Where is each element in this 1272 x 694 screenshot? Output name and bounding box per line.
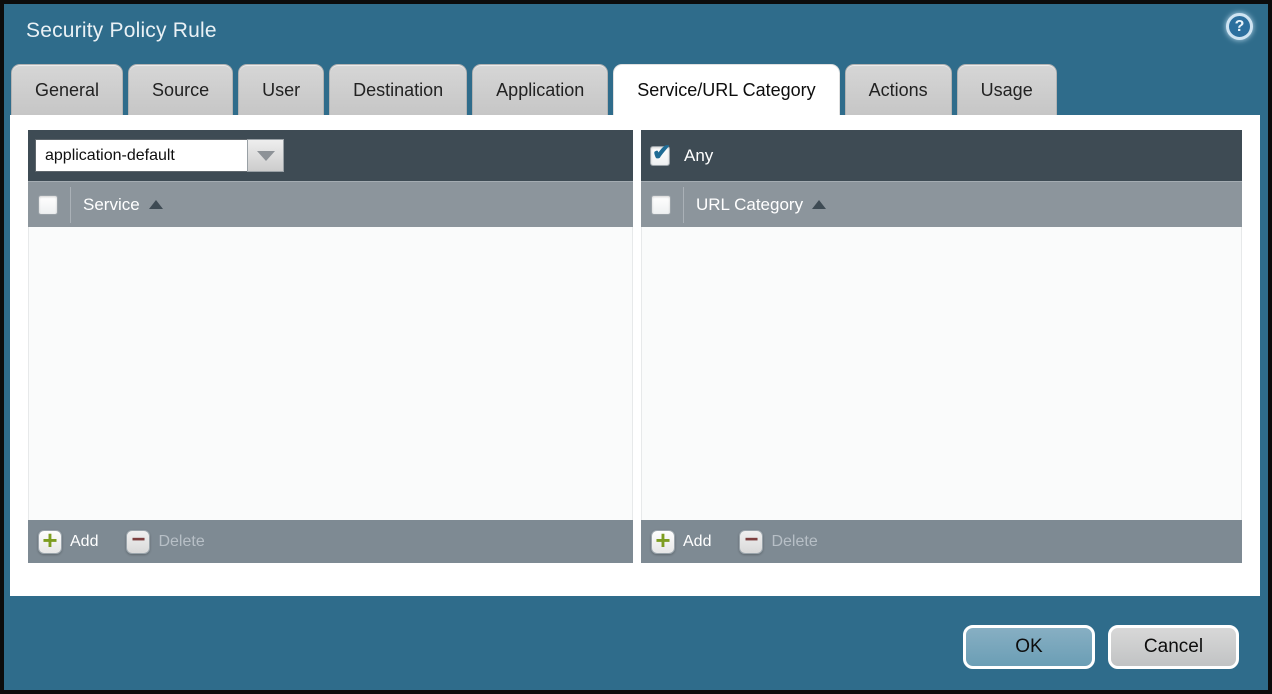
- column-separator: [683, 187, 684, 223]
- any-label: Any: [684, 146, 713, 166]
- tab-general[interactable]: General: [11, 64, 123, 115]
- url-category-list: [641, 227, 1242, 520]
- service-list: [28, 227, 633, 520]
- url-category-panel: ✔ Any URL Category + Add: [641, 130, 1242, 563]
- service-type-input[interactable]: [35, 139, 247, 172]
- tab-actions[interactable]: Actions: [845, 64, 952, 115]
- delete-icon: −: [739, 530, 763, 554]
- delete-service-button[interactable]: − Delete: [126, 530, 204, 554]
- delete-url-category-button[interactable]: − Delete: [739, 530, 817, 554]
- sort-ascending-icon: [149, 200, 163, 209]
- security-policy-rule-dialog: Security Policy Rule ? General Source Us…: [0, 0, 1272, 694]
- question-mark-glyph: ?: [1235, 18, 1245, 36]
- ok-button[interactable]: OK: [963, 625, 1095, 669]
- service-type-dropdown[interactable]: [35, 139, 284, 172]
- add-service-button[interactable]: + Add: [38, 530, 98, 554]
- url-category-toolbar: ✔ Any: [641, 130, 1242, 181]
- tab-user[interactable]: User: [238, 64, 324, 115]
- tab-content: Service + Add − Delete: [10, 115, 1260, 596]
- service-column-label[interactable]: Service: [83, 195, 140, 215]
- any-checkbox[interactable]: ✔: [650, 146, 670, 166]
- tab-service-url-category[interactable]: Service/URL Category: [613, 64, 839, 115]
- url-category-column-header-row: URL Category: [641, 181, 1242, 227]
- service-toolbar: [28, 130, 633, 181]
- select-all-services-checkbox[interactable]: [38, 195, 58, 215]
- add-url-category-button[interactable]: + Add: [651, 530, 711, 554]
- select-all-url-categories-checkbox[interactable]: [651, 195, 671, 215]
- url-category-panel-footer: + Add − Delete: [641, 520, 1242, 563]
- service-column-header-row: Service: [28, 181, 633, 227]
- url-category-column-label[interactable]: URL Category: [696, 195, 803, 215]
- chevron-down-icon: [257, 151, 275, 161]
- checkmark-icon: ✔: [652, 140, 671, 165]
- service-panel-footer: + Add − Delete: [28, 520, 633, 563]
- service-panel: Service + Add − Delete: [28, 130, 633, 563]
- tab-bar: General Source User Destination Applicat…: [11, 64, 1057, 115]
- tab-source[interactable]: Source: [128, 64, 233, 115]
- column-separator: [70, 187, 71, 223]
- cancel-button[interactable]: Cancel: [1108, 625, 1239, 669]
- help-icon[interactable]: ?: [1226, 13, 1253, 40]
- dialog-title: Security Policy Rule: [26, 19, 217, 43]
- add-icon: +: [651, 530, 675, 554]
- dropdown-arrow-button[interactable]: [247, 139, 284, 172]
- sort-ascending-icon: [812, 200, 826, 209]
- tab-application[interactable]: Application: [472, 64, 608, 115]
- delete-icon: −: [126, 530, 150, 554]
- add-icon: +: [38, 530, 62, 554]
- tab-usage[interactable]: Usage: [957, 64, 1057, 115]
- tab-destination[interactable]: Destination: [329, 64, 467, 115]
